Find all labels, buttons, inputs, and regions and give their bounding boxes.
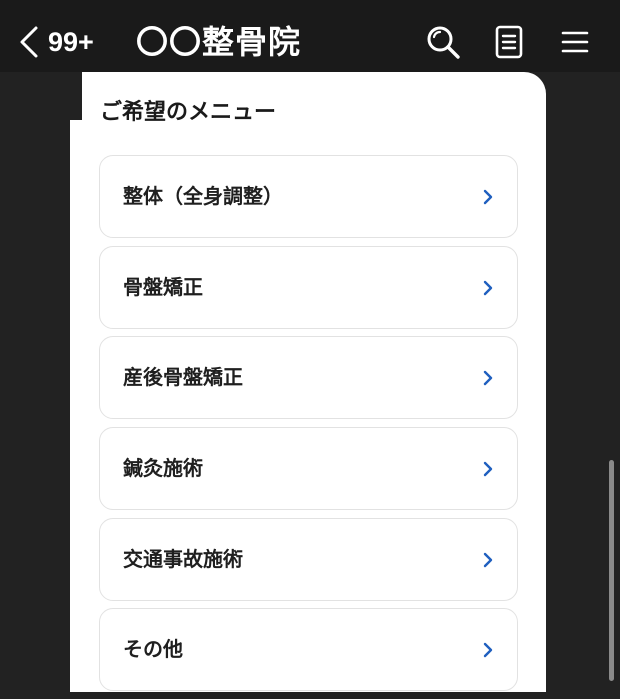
menu-item-shinkyu[interactable]: 鍼灸施術 <box>99 427 518 511</box>
notes-icon <box>491 24 527 60</box>
menu-card-title: ご希望のメニュー <box>100 100 277 125</box>
chevron-right-icon <box>481 461 495 477</box>
app-header: 99+ 〇〇整骨院 <box>0 0 620 72</box>
card-notch <box>70 72 82 120</box>
chevron-right-icon <box>481 370 495 386</box>
menu-item-label: 交通事故施術 <box>123 546 243 571</box>
menu-button[interactable] <box>557 24 593 60</box>
menu-item-kotsuban[interactable]: 骨盤矯正 <box>99 245 518 329</box>
menu-item-label: 産後骨盤矯正 <box>123 365 243 390</box>
chevron-right-icon <box>481 280 495 296</box>
menu-item-label: 鍼灸施術 <box>123 456 203 481</box>
chevron-left-icon <box>18 24 40 60</box>
notes-button[interactable] <box>491 24 527 60</box>
chevron-right-icon <box>481 189 495 205</box>
menu-item-kotsu-jiko[interactable]: 交通事故施術 <box>99 517 518 601</box>
chevron-right-icon <box>481 642 495 658</box>
menu-item-sango-kotsuban[interactable]: 産後骨盤矯正 <box>99 336 518 420</box>
search-icon <box>425 24 461 60</box>
back-button[interactable]: 99+ <box>18 22 94 62</box>
hamburger-menu-icon <box>557 24 593 60</box>
chevron-right-icon <box>481 552 495 568</box>
menu-item-label: 整体（全身調整） <box>123 184 283 208</box>
page-title: 〇〇整骨院 <box>136 23 302 61</box>
menu-item-sonota[interactable]: その他 <box>99 608 518 692</box>
menu-item-label: 骨盤矯正 <box>123 274 203 299</box>
scrollbar[interactable] <box>609 460 614 681</box>
search-button[interactable] <box>425 24 461 60</box>
menu-item-seitai[interactable]: 整体（全身調整） <box>99 155 518 238</box>
menu-item-label: その他 <box>123 637 183 662</box>
unread-count: 99+ <box>48 26 94 57</box>
menu-list: 整体（全身調整） 骨盤矯正 産後骨盤矯正 鍼灸施術 交通事故施術 その他 <box>99 155 518 699</box>
